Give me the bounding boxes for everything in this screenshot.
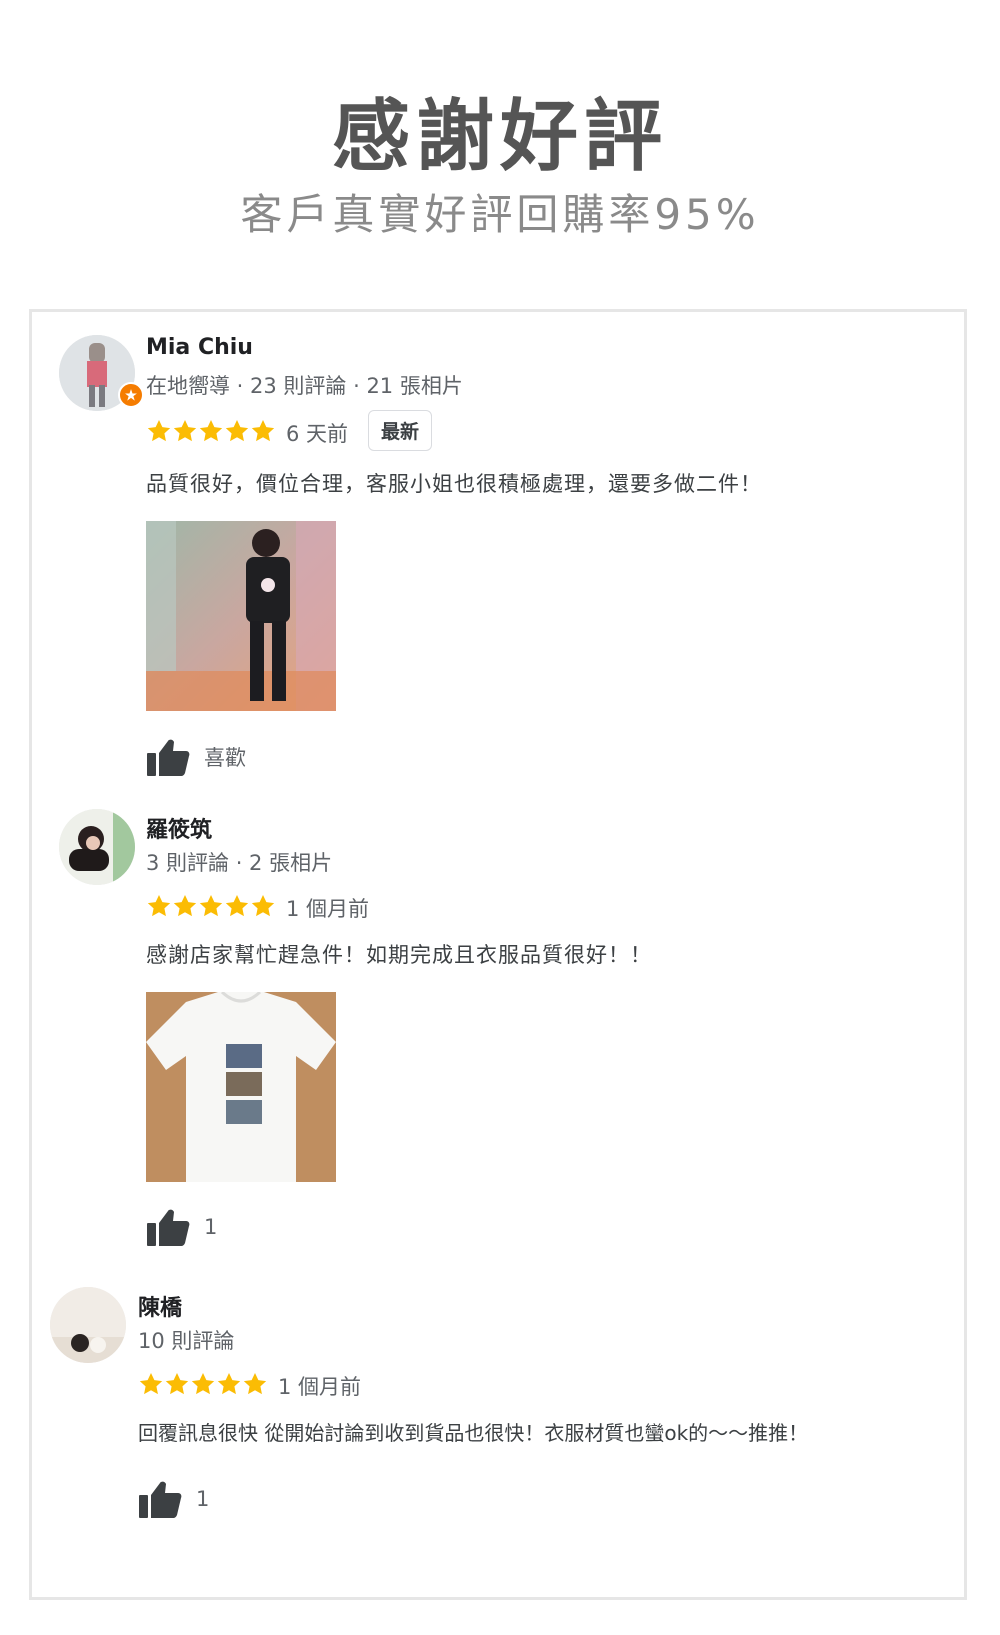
review-text: 感謝店家幫忙趕急件！如期完成且衣服品質很好！！ (146, 943, 652, 967)
star-rating (146, 418, 276, 444)
star-icon (224, 893, 250, 919)
star-icon (242, 1371, 268, 1397)
reviewer-name[interactable]: 陳橋 (138, 1290, 182, 1322)
like-button[interactable]: 1 (146, 1207, 217, 1247)
selfie-photo-image (146, 521, 336, 711)
reviewer-meta: 3 則評論 · 2 張相片 (146, 851, 333, 875)
like-label: 喜歡 (204, 746, 246, 770)
thumbs-up-icon (146, 1207, 190, 1247)
review-time: 1 個月前 (286, 897, 370, 921)
like-button[interactable]: 喜歡 (146, 737, 246, 777)
star-icon (172, 418, 198, 444)
review-time: 1 個月前 (278, 1375, 362, 1399)
star-icon (138, 1371, 164, 1397)
star-rating (146, 893, 276, 919)
review-photo[interactable] (146, 992, 336, 1182)
avatar-image (59, 809, 135, 885)
like-count: 1 (196, 1487, 210, 1511)
star-icon (164, 1371, 190, 1397)
avatar-image (50, 1287, 126, 1363)
tshirt-photo-image (146, 992, 336, 1182)
reviewer-meta: 10 則評論 (138, 1329, 235, 1353)
star-icon (224, 418, 250, 444)
star-icon (250, 418, 276, 444)
reviews-card: Mia Chiu 在地嚮導 · 23 則評論 · 21 張相片 6 天前 最新 … (29, 309, 967, 1600)
star-icon (198, 418, 224, 444)
review-text: 回覆訊息很快 從開始討論到收到貨品也很快！衣服材質也蠻ok的～～推推！ (138, 1421, 809, 1445)
page-title: 感謝好評 (331, 92, 668, 182)
review-text: 品質很好，價位合理，客服小姐也很積極處理，還要多做二件！ (146, 472, 762, 496)
star-icon (198, 893, 224, 919)
thumbs-up-icon (146, 737, 190, 777)
star-icon (146, 893, 172, 919)
star-rating (138, 1371, 268, 1397)
review-time: 6 天前 (286, 422, 349, 446)
star-icon (190, 1371, 216, 1397)
like-button[interactable]: 1 (138, 1479, 209, 1519)
avatar[interactable] (59, 809, 135, 885)
star-icon (172, 893, 198, 919)
star-icon (216, 1371, 242, 1397)
thumbs-up-icon (138, 1479, 182, 1519)
local-guide-badge-icon (118, 382, 144, 408)
star-icon (250, 893, 276, 919)
star-icon (146, 418, 172, 444)
reviewer-meta: 在地嚮導 · 23 則評論 · 21 張相片 (146, 374, 463, 398)
reviewer-name[interactable]: 羅筱筑 (146, 812, 212, 844)
like-count: 1 (204, 1215, 218, 1239)
page-subtitle: 客戶真實好評回購率95% (240, 190, 760, 239)
reviewer-name[interactable]: Mia Chiu (146, 335, 253, 360)
new-badge: 最新 (368, 410, 433, 451)
review-photo[interactable] (146, 521, 336, 711)
avatar[interactable] (50, 1287, 126, 1363)
